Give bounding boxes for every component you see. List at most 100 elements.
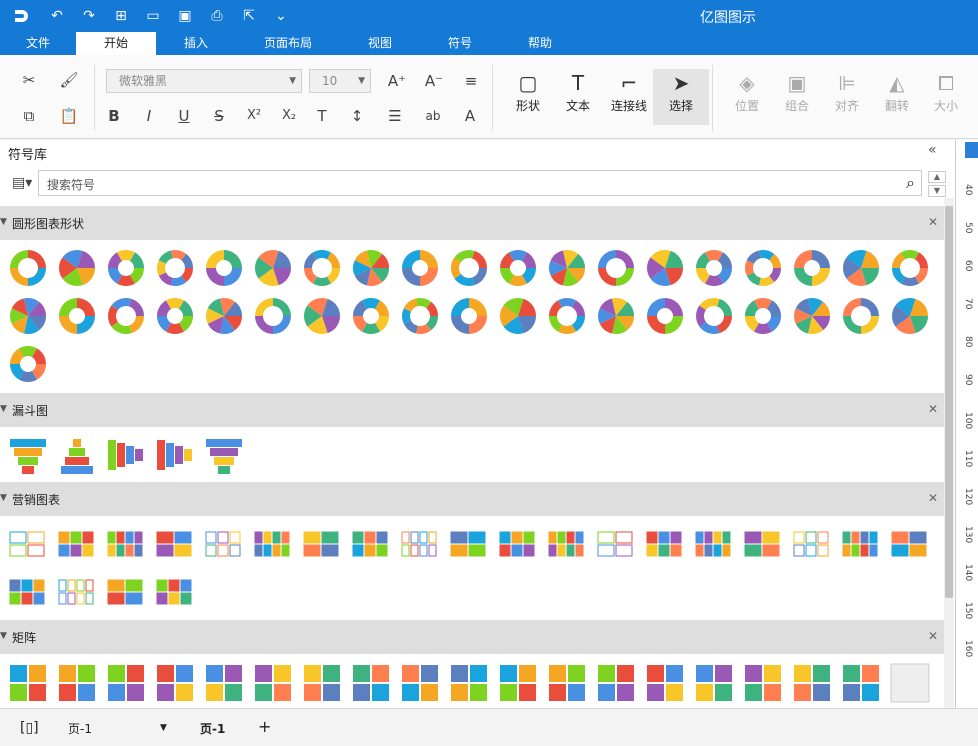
category-header[interactable]: ▼ 漏斗图 ✕ bbox=[0, 393, 944, 427]
more-icon[interactable]: ⌄ bbox=[270, 8, 292, 24]
collapse-panel-icon[interactable]: « bbox=[928, 142, 937, 158]
text-button[interactable]: T 文本 bbox=[550, 69, 606, 125]
format-painter-icon[interactable]: 🖌 bbox=[58, 69, 80, 91]
symbol-thumbnail[interactable] bbox=[645, 524, 685, 564]
symbol-thumbnail[interactable] bbox=[57, 248, 97, 288]
connector-button[interactable]: ⌐ 连接线 bbox=[601, 69, 657, 125]
superscript-icon[interactable]: X² bbox=[243, 105, 265, 127]
category-header[interactable]: ▼ 矩阵 ✕ bbox=[0, 620, 944, 654]
close-icon[interactable]: ✕ bbox=[928, 491, 938, 505]
text-align-icon[interactable]: ≡ bbox=[460, 70, 482, 92]
symbol-thumbnail[interactable] bbox=[57, 663, 97, 703]
increase-font-icon[interactable]: A⁺ bbox=[386, 70, 408, 92]
scroll-down-icon[interactable]: ▼ bbox=[928, 185, 946, 197]
symbol-thumbnail[interactable] bbox=[792, 296, 832, 336]
bold-icon[interactable]: B bbox=[103, 105, 125, 127]
symbol-thumbnail[interactable] bbox=[645, 296, 685, 336]
symbol-thumbnail[interactable] bbox=[743, 296, 783, 336]
symbol-thumbnail[interactable] bbox=[155, 296, 195, 336]
select-button[interactable]: ➤ 选择 bbox=[653, 69, 709, 125]
symbol-thumbnail[interactable] bbox=[253, 524, 293, 564]
symbol-thumbnail[interactable] bbox=[890, 663, 930, 703]
symbol-thumbnail[interactable] bbox=[449, 248, 489, 288]
symbol-thumbnail[interactable] bbox=[155, 435, 195, 475]
symbol-thumbnail[interactable] bbox=[547, 524, 587, 564]
symbol-thumbnail[interactable] bbox=[400, 296, 440, 336]
symbol-thumbnail[interactable] bbox=[498, 296, 538, 336]
shape-button[interactable]: ▢ 形状 bbox=[500, 69, 556, 125]
symbol-thumbnail[interactable] bbox=[351, 663, 391, 703]
symbol-thumbnail[interactable] bbox=[596, 663, 636, 703]
category-header[interactable]: ▼ 营销图表 ✕ bbox=[0, 482, 944, 516]
symbol-thumbnail[interactable] bbox=[547, 296, 587, 336]
symbol-thumbnail[interactable] bbox=[302, 248, 342, 288]
symbol-thumbnail[interactable] bbox=[694, 296, 734, 336]
symbol-thumbnail[interactable] bbox=[694, 663, 734, 703]
symbol-thumbnail[interactable] bbox=[204, 524, 244, 564]
export-icon[interactable]: ⇱ bbox=[238, 8, 260, 24]
font-size-select[interactable]: 10 ▼ bbox=[309, 69, 371, 93]
symbol-thumbnail[interactable] bbox=[106, 248, 146, 288]
symbol-thumbnail[interactable] bbox=[8, 296, 48, 336]
italic-icon[interactable]: I bbox=[138, 105, 160, 127]
underline-icon[interactable]: U bbox=[173, 105, 195, 127]
scrollbar-thumb[interactable] bbox=[945, 206, 953, 598]
symbol-thumbnail[interactable] bbox=[106, 435, 146, 475]
symbol-thumbnail[interactable] bbox=[890, 248, 930, 288]
symbol-thumbnail[interactable] bbox=[204, 248, 244, 288]
symbol-thumbnail[interactable] bbox=[57, 524, 97, 564]
new-icon[interactable]: ⊞ bbox=[110, 8, 132, 24]
symbol-thumbnail[interactable] bbox=[351, 524, 391, 564]
page-selector[interactable]: 页-1 bbox=[68, 720, 92, 737]
symbol-thumbnail[interactable] bbox=[890, 524, 930, 564]
symbol-thumbnail[interactable] bbox=[596, 248, 636, 288]
symbol-thumbnail[interactable] bbox=[106, 663, 146, 703]
close-icon[interactable]: ✕ bbox=[928, 629, 938, 643]
symbol-thumbnail[interactable] bbox=[498, 663, 538, 703]
cut-icon[interactable]: ✂ bbox=[18, 69, 40, 91]
symbol-thumbnail[interactable] bbox=[694, 524, 734, 564]
symbol-thumbnail[interactable] bbox=[645, 663, 685, 703]
symbol-thumbnail[interactable] bbox=[498, 524, 538, 564]
scroll-up-icon[interactable]: ▲ bbox=[928, 171, 946, 183]
search-icon[interactable]: ⌕ bbox=[906, 173, 915, 193]
line-spacing-icon[interactable]: ↕ bbox=[346, 105, 368, 127]
paste-icon[interactable]: 📋 bbox=[58, 105, 80, 127]
symbol-thumbnail[interactable] bbox=[57, 435, 97, 475]
search-input[interactable]: 搜索符号 ⌕ bbox=[38, 170, 922, 196]
bullet-list-icon[interactable]: ☰ bbox=[384, 105, 406, 127]
tab-home[interactable]: 开始 bbox=[76, 32, 156, 55]
tab-help[interactable]: 帮助 bbox=[500, 32, 580, 55]
symbol-thumbnail[interactable] bbox=[743, 524, 783, 564]
symbol-thumbnail[interactable] bbox=[106, 524, 146, 564]
symbol-thumbnail[interactable] bbox=[400, 248, 440, 288]
position-button[interactable]: ◈ 位置 bbox=[719, 69, 775, 125]
tab-view[interactable]: 视图 bbox=[340, 32, 420, 55]
symbol-thumbnail[interactable] bbox=[8, 524, 48, 564]
add-page-button[interactable]: + bbox=[258, 717, 271, 736]
tab-file[interactable]: 文件 bbox=[0, 32, 76, 55]
symbol-thumbnail[interactable] bbox=[8, 435, 48, 475]
symbol-thumbnail[interactable] bbox=[890, 296, 930, 336]
symbol-thumbnail[interactable] bbox=[694, 248, 734, 288]
symbol-thumbnail[interactable] bbox=[253, 663, 293, 703]
symbol-thumbnail[interactable] bbox=[841, 524, 881, 564]
redo-icon[interactable]: ↷ bbox=[78, 8, 100, 24]
symbol-thumbnail[interactable] bbox=[253, 296, 293, 336]
symbol-thumbnail[interactable] bbox=[155, 248, 195, 288]
page-view-icon[interactable]: [▯] bbox=[20, 720, 39, 736]
symbol-thumbnail[interactable] bbox=[8, 344, 48, 384]
symbol-thumbnail[interactable] bbox=[792, 663, 832, 703]
symbol-thumbnail[interactable] bbox=[155, 663, 195, 703]
category-header[interactable]: ▼ 圆形图表形状 ✕ bbox=[0, 206, 944, 240]
tab-insert[interactable]: 插入 bbox=[156, 32, 236, 55]
symbol-thumbnail[interactable] bbox=[351, 248, 391, 288]
print-icon[interactable]: ⎙ bbox=[206, 8, 228, 24]
symbol-thumbnail[interactable] bbox=[449, 524, 489, 564]
flip-button[interactable]: ◭ 翻转 bbox=[869, 69, 925, 125]
size-button[interactable]: ⧠ 大小 bbox=[918, 69, 974, 125]
symbol-thumbnail[interactable] bbox=[155, 572, 195, 612]
open-icon[interactable]: ▭ bbox=[142, 8, 164, 24]
symbol-thumbnail[interactable] bbox=[449, 296, 489, 336]
symbol-thumbnail[interactable] bbox=[155, 524, 195, 564]
